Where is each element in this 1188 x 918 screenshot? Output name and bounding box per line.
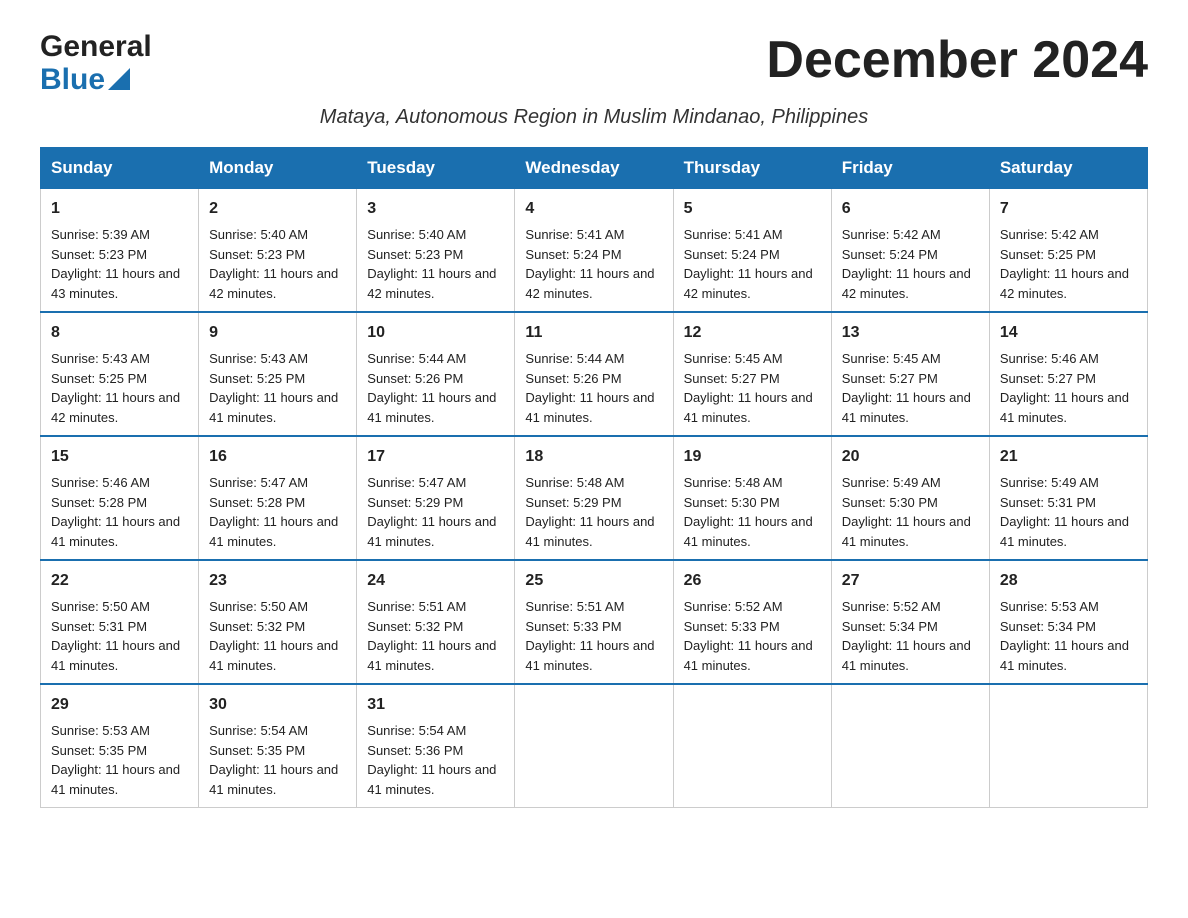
calendar-day-cell: 1Sunrise: 5:39 AMSunset: 5:23 PMDaylight… — [41, 189, 199, 313]
calendar-day-cell: 25Sunrise: 5:51 AMSunset: 5:33 PMDayligh… — [515, 560, 673, 684]
day-number: 19 — [684, 445, 821, 469]
day-number: 5 — [684, 197, 821, 221]
calendar-day-cell — [989, 684, 1147, 808]
day-number: 22 — [51, 569, 188, 593]
calendar-day-cell: 15Sunrise: 5:46 AMSunset: 5:28 PMDayligh… — [41, 436, 199, 560]
calendar-day-cell: 22Sunrise: 5:50 AMSunset: 5:31 PMDayligh… — [41, 560, 199, 684]
calendar-day-cell: 21Sunrise: 5:49 AMSunset: 5:31 PMDayligh… — [989, 436, 1147, 560]
calendar-day-cell: 29Sunrise: 5:53 AMSunset: 5:35 PMDayligh… — [41, 684, 199, 808]
calendar-day-cell: 27Sunrise: 5:52 AMSunset: 5:34 PMDayligh… — [831, 560, 989, 684]
calendar-day-cell: 31Sunrise: 5:54 AMSunset: 5:36 PMDayligh… — [357, 684, 515, 808]
calendar-week-row: 15Sunrise: 5:46 AMSunset: 5:28 PMDayligh… — [41, 436, 1148, 560]
day-number: 21 — [1000, 445, 1137, 469]
calendar-day-cell: 4Sunrise: 5:41 AMSunset: 5:24 PMDaylight… — [515, 189, 673, 313]
day-number: 10 — [367, 321, 504, 345]
calendar-day-cell: 11Sunrise: 5:44 AMSunset: 5:26 PMDayligh… — [515, 312, 673, 436]
day-number: 24 — [367, 569, 504, 593]
day-number: 11 — [525, 321, 662, 345]
calendar-day-cell: 16Sunrise: 5:47 AMSunset: 5:28 PMDayligh… — [199, 436, 357, 560]
day-number: 26 — [684, 569, 821, 593]
day-number: 1 — [51, 197, 188, 221]
calendar-table: SundayMondayTuesdayWednesdayThursdayFrid… — [40, 147, 1148, 808]
day-of-week-header: Sunday — [41, 148, 199, 189]
calendar-day-cell: 19Sunrise: 5:48 AMSunset: 5:30 PMDayligh… — [673, 436, 831, 560]
month-title: December 2024 — [766, 30, 1148, 90]
calendar-day-cell: 8Sunrise: 5:43 AMSunset: 5:25 PMDaylight… — [41, 312, 199, 436]
calendar-day-cell: 5Sunrise: 5:41 AMSunset: 5:24 PMDaylight… — [673, 189, 831, 313]
day-number: 16 — [209, 445, 346, 469]
calendar-day-cell: 23Sunrise: 5:50 AMSunset: 5:32 PMDayligh… — [199, 560, 357, 684]
day-number: 3 — [367, 197, 504, 221]
day-number: 25 — [525, 569, 662, 593]
day-number: 29 — [51, 693, 188, 717]
calendar-day-cell — [515, 684, 673, 808]
day-number: 14 — [1000, 321, 1137, 345]
day-number: 27 — [842, 569, 979, 593]
day-of-week-header: Saturday — [989, 148, 1147, 189]
calendar-subtitle: Mataya, Autonomous Region in Muslim Mind… — [40, 106, 1148, 129]
calendar-week-row: 29Sunrise: 5:53 AMSunset: 5:35 PMDayligh… — [41, 684, 1148, 808]
day-number: 15 — [51, 445, 188, 469]
calendar-day-cell — [831, 684, 989, 808]
calendar-day-cell: 30Sunrise: 5:54 AMSunset: 5:35 PMDayligh… — [199, 684, 357, 808]
day-number: 7 — [1000, 197, 1137, 221]
calendar-day-cell: 6Sunrise: 5:42 AMSunset: 5:24 PMDaylight… — [831, 189, 989, 313]
day-number: 13 — [842, 321, 979, 345]
calendar-day-cell: 9Sunrise: 5:43 AMSunset: 5:25 PMDaylight… — [199, 312, 357, 436]
logo-triangle-icon — [108, 68, 130, 90]
day-number: 8 — [51, 321, 188, 345]
calendar-day-cell: 2Sunrise: 5:40 AMSunset: 5:23 PMDaylight… — [199, 189, 357, 313]
calendar-day-cell: 12Sunrise: 5:45 AMSunset: 5:27 PMDayligh… — [673, 312, 831, 436]
day-number: 28 — [1000, 569, 1137, 593]
day-number: 9 — [209, 321, 346, 345]
day-of-week-header: Tuesday — [357, 148, 515, 189]
day-number: 2 — [209, 197, 346, 221]
day-number: 31 — [367, 693, 504, 717]
calendar-day-cell: 28Sunrise: 5:53 AMSunset: 5:34 PMDayligh… — [989, 560, 1147, 684]
calendar-day-cell: 20Sunrise: 5:49 AMSunset: 5:30 PMDayligh… — [831, 436, 989, 560]
calendar-week-row: 1Sunrise: 5:39 AMSunset: 5:23 PMDaylight… — [41, 189, 1148, 313]
day-of-week-header: Friday — [831, 148, 989, 189]
calendar-day-cell: 17Sunrise: 5:47 AMSunset: 5:29 PMDayligh… — [357, 436, 515, 560]
calendar-day-cell: 26Sunrise: 5:52 AMSunset: 5:33 PMDayligh… — [673, 560, 831, 684]
calendar-day-cell: 10Sunrise: 5:44 AMSunset: 5:26 PMDayligh… — [357, 312, 515, 436]
day-number: 17 — [367, 445, 504, 469]
day-number: 18 — [525, 445, 662, 469]
logo-general: General — [40, 30, 152, 63]
logo-blue: Blue — [40, 63, 105, 96]
calendar-day-cell: 24Sunrise: 5:51 AMSunset: 5:32 PMDayligh… — [357, 560, 515, 684]
calendar-day-cell — [673, 684, 831, 808]
day-number: 4 — [525, 197, 662, 221]
day-number: 6 — [842, 197, 979, 221]
logo: General Blue — [40, 30, 152, 96]
calendar-day-cell: 14Sunrise: 5:46 AMSunset: 5:27 PMDayligh… — [989, 312, 1147, 436]
calendar-day-cell: 3Sunrise: 5:40 AMSunset: 5:23 PMDaylight… — [357, 189, 515, 313]
day-number: 12 — [684, 321, 821, 345]
calendar-day-cell: 13Sunrise: 5:45 AMSunset: 5:27 PMDayligh… — [831, 312, 989, 436]
day-of-week-header: Wednesday — [515, 148, 673, 189]
day-number: 20 — [842, 445, 979, 469]
calendar-header-row: SundayMondayTuesdayWednesdayThursdayFrid… — [41, 148, 1148, 189]
calendar-day-cell: 7Sunrise: 5:42 AMSunset: 5:25 PMDaylight… — [989, 189, 1147, 313]
calendar-day-cell: 18Sunrise: 5:48 AMSunset: 5:29 PMDayligh… — [515, 436, 673, 560]
page-header: General Blue December 2024 — [40, 30, 1148, 96]
calendar-week-row: 8Sunrise: 5:43 AMSunset: 5:25 PMDaylight… — [41, 312, 1148, 436]
day-of-week-header: Monday — [199, 148, 357, 189]
day-number: 30 — [209, 693, 346, 717]
day-of-week-header: Thursday — [673, 148, 831, 189]
calendar-week-row: 22Sunrise: 5:50 AMSunset: 5:31 PMDayligh… — [41, 560, 1148, 684]
day-number: 23 — [209, 569, 346, 593]
